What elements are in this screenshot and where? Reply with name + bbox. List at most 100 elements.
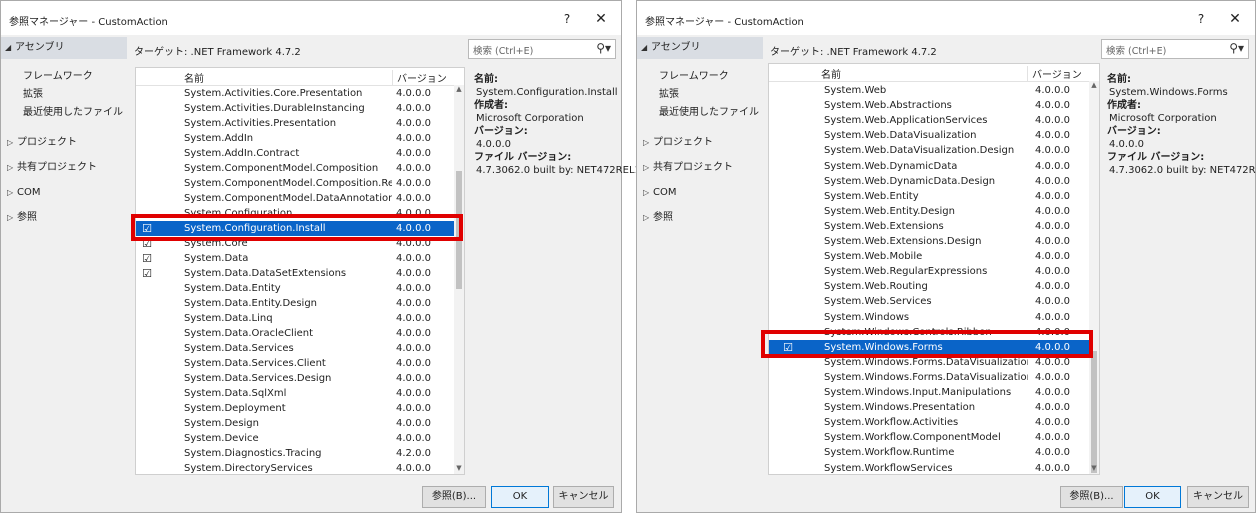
list-item[interactable]: System.Web 4.0.0.0	[769, 83, 1091, 98]
list-item[interactable]: System.Data.Services 4.0.0.0	[136, 341, 456, 356]
sidebar-item-framework[interactable]: フレームワーク	[637, 68, 763, 86]
sidebar-item-projects[interactable]: ▷ プロジェクト	[1, 130, 127, 155]
scroll-down-icon[interactable]: ▼	[1089, 464, 1099, 472]
sidebar-item-browse[interactable]: ▷ 参照	[637, 205, 763, 230]
list-item[interactable]: System.Workflow.Runtime 4.0.0.0	[769, 445, 1091, 460]
close-button[interactable]: ✕	[1221, 8, 1249, 30]
scrollbar[interactable]: ▲ ▼	[454, 85, 464, 474]
list-item[interactable]: System.Web.RegularExpressions 4.0.0.0	[769, 264, 1091, 279]
sidebar-item-assemblies[interactable]: ◢ アセンブリ	[1, 37, 127, 59]
list-item[interactable]: System.Web.Entity 4.0.0.0	[769, 189, 1091, 204]
list-item[interactable]: System.ComponentModel.Composition 4.0.0.0	[136, 161, 456, 176]
list-item[interactable]: System.Web.Abstractions 4.0.0.0	[769, 98, 1091, 113]
list-item[interactable]: System.Windows 4.0.0.0	[769, 310, 1091, 325]
list-item[interactable]: System.Workflow.ComponentModel 4.0.0.0	[769, 430, 1091, 445]
list-item[interactable]: System.Diagnostics.Tracing 4.2.0.0	[136, 446, 456, 461]
column-header-version[interactable]: バージョン	[392, 70, 447, 85]
list-item[interactable]: System.AddIn 4.0.0.0	[136, 131, 456, 146]
sidebar-item-shared-projects[interactable]: ▷ 共有プロジェクト	[637, 155, 763, 180]
list-item[interactable]: System.Data.SqlXml 4.0.0.0	[136, 386, 456, 401]
browse-button[interactable]: 参照(B)...	[422, 486, 486, 508]
scroll-up-icon[interactable]: ▲	[454, 85, 464, 93]
list-item[interactable]: System.Device 4.0.0.0	[136, 431, 456, 446]
sidebar-item-com[interactable]: ▷ COM	[637, 180, 763, 205]
list-item[interactable]: System.Web.DynamicData.Design 4.0.0.0	[769, 174, 1091, 189]
list-item[interactable]: System.Web.Services 4.0.0.0	[769, 294, 1091, 309]
browse-button[interactable]: 参照(B)...	[1060, 486, 1123, 508]
search-icon[interactable]: ⚲▾	[596, 41, 611, 55]
scroll-up-icon[interactable]: ▲	[1089, 81, 1099, 89]
checked-checkbox-icon[interactable]: ☑	[141, 251, 153, 266]
assembly-version: 4.0.0.0	[396, 253, 431, 264]
sidebar-item-recent[interactable]: 最近使用したファイル	[637, 104, 763, 122]
search-icon[interactable]: ⚲▾	[1229, 41, 1244, 55]
list-item[interactable]: System.Windows.Presentation 4.0.0.0	[769, 400, 1091, 415]
list-item[interactable]: System.Workflow.Activities 4.0.0.0	[769, 415, 1091, 430]
list-item[interactable]: System.Data.Entity.Design 4.0.0.0	[136, 296, 456, 311]
list-item[interactable]: System.Data.OracleClient 4.0.0.0	[136, 326, 456, 341]
sidebar-item-framework[interactable]: フレームワーク	[1, 68, 127, 86]
column-header-version[interactable]: バージョン	[1027, 66, 1082, 81]
list-item[interactable]: System.Data.Entity 4.0.0.0	[136, 281, 456, 296]
sidebar-item-projects[interactable]: ▷ プロジェクト	[637, 130, 763, 155]
list-item[interactable]: System.Web.Entity.Design 4.0.0.0	[769, 204, 1091, 219]
help-button[interactable]: ?	[553, 8, 581, 30]
list-item[interactable]: System.Windows.Input.Manipulations 4.0.0.…	[769, 385, 1091, 400]
list-item[interactable]: System.ComponentModel.DataAnnotations 4.0…	[136, 191, 456, 206]
sidebar-item-assemblies[interactable]: ◢ アセンブリ	[637, 37, 763, 59]
column-header-name[interactable]: 名前	[821, 66, 841, 81]
search-input[interactable]: 検索 (Ctrl+E)	[473, 43, 533, 57]
list-item[interactable]: System.DirectoryServices 4.0.0.0	[136, 461, 456, 474]
search-box[interactable]: 検索 (Ctrl+E) ⚲▾	[468, 39, 616, 59]
ok-button[interactable]: OK	[491, 486, 549, 508]
list-item[interactable]: System.Data.Services.Client 4.0.0.0	[136, 356, 456, 371]
list-item[interactable]: ☑ System.Data 4.0.0.0	[136, 251, 456, 266]
sidebar-item-recent[interactable]: 最近使用したファイル	[1, 104, 127, 122]
assembly-list[interactable]: 名前 バージョン System.Web 4.0.0.0 System.Web.Abs…	[768, 63, 1100, 475]
expanded-triangle-icon: ◢	[5, 43, 12, 52]
list-item[interactable]: System.Web.DynamicData 4.0.0.0	[769, 159, 1091, 174]
list-item[interactable]: System.Deployment 4.0.0.0	[136, 401, 456, 416]
list-item[interactable]: System.Web.DataVisualization.Design 4.0.0…	[769, 143, 1091, 158]
list-item[interactable]: System.WorkflowServices 4.0.0.0	[769, 461, 1091, 475]
scrollbar[interactable]: ▲ ▼	[1089, 81, 1099, 474]
search-box[interactable]: 検索 (Ctrl+E) ⚲▾	[1101, 39, 1249, 59]
list-item[interactable]: System.Data.Services.Design 4.0.0.0	[136, 371, 456, 386]
detail-version-label: バージョン:	[1107, 126, 1161, 137]
cancel-button[interactable]: キャンセル	[1187, 486, 1249, 508]
assembly-list[interactable]: 名前 バージョン System.Activities.Core.Presenta…	[135, 67, 465, 475]
assembly-name: System.Data.Entity.Design	[184, 298, 317, 309]
list-item[interactable]: System.Windows.Forms.DataVisualization.D…	[769, 370, 1091, 385]
list-item[interactable]: System.Web.Extensions.Design 4.0.0.0	[769, 234, 1091, 249]
list-item[interactable]: System.Activities.DurableInstancing 4.0.0…	[136, 101, 456, 116]
list-item[interactable]: System.Web.Extensions 4.0.0.0	[769, 219, 1091, 234]
list-item[interactable]: ☑ System.Data.DataSetExtensions 4.0.0.0	[136, 266, 456, 281]
sidebar-item-shared-projects[interactable]: ▷ 共有プロジェクト	[1, 155, 127, 180]
sidebar-item-extensions[interactable]: 拡張	[637, 86, 763, 104]
scroll-down-icon[interactable]: ▼	[454, 464, 464, 472]
list-item[interactable]: System.Web.Mobile 4.0.0.0	[769, 249, 1091, 264]
column-header-name[interactable]: 名前	[184, 70, 204, 85]
sidebar-item-extensions[interactable]: 拡張	[1, 86, 127, 104]
sidebar-item-label: COM	[17, 187, 41, 198]
list-item[interactable]: System.Web.ApplicationServices 4.0.0.0	[769, 113, 1091, 128]
cancel-button[interactable]: キャンセル	[553, 486, 614, 508]
list-item[interactable]: System.Activities.Core.Presentation 4.0.0…	[136, 86, 456, 101]
assembly-version: 4.0.0.0	[396, 403, 431, 414]
checked-checkbox-icon[interactable]: ☑	[141, 266, 153, 281]
list-item[interactable]: System.Activities.Presentation 4.0.0.0	[136, 116, 456, 131]
close-button[interactable]: ✕	[587, 8, 615, 30]
scroll-thumb[interactable]	[1091, 351, 1097, 473]
help-button[interactable]: ?	[1187, 8, 1215, 30]
search-input[interactable]: 検索 (Ctrl+E)	[1106, 43, 1166, 57]
list-item[interactable]: System.Data.Linq 4.0.0.0	[136, 311, 456, 326]
list-item[interactable]: System.ComponentModel.Composition.Regist…	[136, 176, 456, 191]
sidebar-item-com[interactable]: ▷ COM	[1, 180, 127, 205]
title-bar: 参照マネージャー - CustomAction ? ✕	[637, 1, 1255, 35]
list-item[interactable]: System.AddIn.Contract 4.0.0.0	[136, 146, 456, 161]
list-item[interactable]: System.Web.Routing 4.0.0.0	[769, 279, 1091, 294]
sidebar-item-browse[interactable]: ▷ 参照	[1, 205, 127, 230]
list-item[interactable]: System.Design 4.0.0.0	[136, 416, 456, 431]
list-item[interactable]: System.Web.DataVisualization 4.0.0.0	[769, 128, 1091, 143]
ok-button[interactable]: OK	[1124, 486, 1181, 508]
